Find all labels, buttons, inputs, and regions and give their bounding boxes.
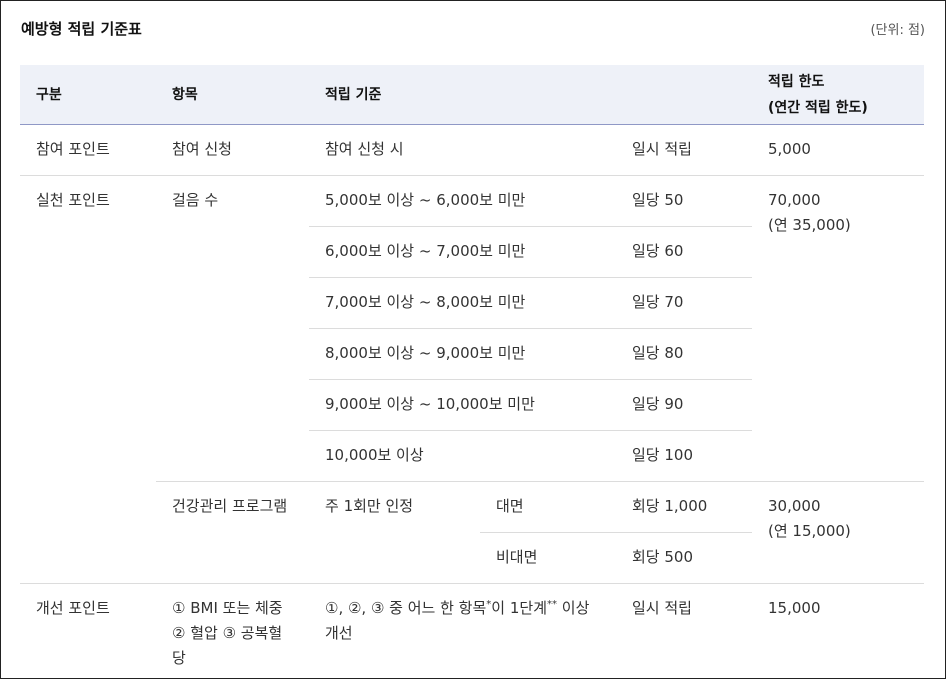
criteria-cell: 5,000보 이상 ~ 6,000보 미만 [309,175,616,227]
footnote-mark: ** [547,599,558,610]
content-panel: 예방형 적립 기준표 (단위: 점) 구분 항목 적립 기준 적립 한도 (연간… [0,0,946,679]
amount-cell: 회당 500 [616,532,752,584]
item-cell: 걸음 수 [156,175,309,482]
limit-annual: (연 35,000) [768,216,851,234]
amount-cell: 일당 90 [616,379,752,431]
header-item: 항목 [156,65,309,125]
criteria-text: 이 1단계 [491,599,548,617]
item-cell: 참여 신청 [156,124,309,176]
header-category: 구분 [20,65,156,125]
amount-cell: 일당 50 [616,175,752,227]
header-limit: 적립 한도 (연간 적립 한도) [752,65,924,125]
limit-value: 70,000 [768,191,821,209]
criteria-cell: 주 1회만 인정 [309,481,480,584]
amount-cell: 일당 70 [616,277,752,329]
amount-cell: 일당 80 [616,328,752,380]
amount-cell: 일시 적립 [616,124,752,176]
limit-annual: (연 15,000) [768,522,851,540]
table-row: 개선 포인트 ① BMI 또는 체중 ② 혈압 ③ 공복혈당 ①, ②, ③ 중… [20,583,924,671]
points-table: 구분 항목 적립 기준 적립 한도 (연간 적립 한도) 참여 포인트 참여 신… [20,65,924,671]
criteria-cell: 9,000보 이상 ~ 10,000보 미만 [309,379,616,431]
limit-cell: 30,000 (연 15,000) [752,481,924,584]
criteria-cell: 참여 신청 시 [309,124,616,176]
type-cell: 비대면 [480,532,616,584]
criteria-text: ①, ②, ③ 중 어느 한 항목 [325,599,487,617]
amount-cell: 일시 적립 [616,583,752,671]
table-row: 건강관리 프로그램 주 1회만 인정 대면 회당 1,000 30,000 (연… [20,481,924,584]
item-line-1: ① BMI 또는 체중 [172,599,283,617]
header-limit-sub: (연간 적립 한도) [768,99,868,116]
criteria-cell: ①, ②, ③ 중 어느 한 항목*이 1단계** 이상 개선 [309,583,616,671]
table-title: 예방형 적립 기준표 [21,20,142,38]
table-header-row: 구분 항목 적립 기준 적립 한도 (연간 적립 한도) [20,65,924,125]
category-cell: 참여 포인트 [20,124,156,176]
table-row: 실천 포인트 걸음 수 5,000보 이상 ~ 6,000보 미만 일당 50 … [20,175,924,584]
limit-cell: 70,000 (연 35,000) [752,175,924,482]
category-cell: 개선 포인트 [20,583,156,671]
criteria-cell: 7,000보 이상 ~ 8,000보 미만 [309,277,616,329]
amount-cell: 회당 1,000 [616,481,752,533]
type-cell: 대면 [480,481,616,533]
criteria-cell: 8,000보 이상 ~ 9,000보 미만 [309,328,616,380]
header-limit-label: 적립 한도 [768,73,825,90]
amount-cell: 일당 100 [616,430,752,482]
criteria-cell: 6,000보 이상 ~ 7,000보 미만 [309,226,616,278]
table-row: 참여 포인트 참여 신청 참여 신청 시 일시 적립 5,000 [20,124,924,176]
unit-note: (단위: 점) [870,23,925,38]
limit-cell: 15,000 [752,583,924,671]
item-cell: ① BMI 또는 체중 ② 혈압 ③ 공복혈당 [156,583,309,671]
item-cell: 건강관리 프로그램 [156,481,309,584]
category-cell: 실천 포인트 [20,175,156,584]
amount-cell: 일당 60 [616,226,752,278]
limit-value: 30,000 [768,497,821,515]
criteria-cell: 10,000보 이상 [309,430,616,482]
header-criteria: 적립 기준 [309,65,752,125]
item-line-2: ② 혈압 ③ 공복혈당 [172,624,283,667]
limit-cell: 5,000 [752,124,924,176]
